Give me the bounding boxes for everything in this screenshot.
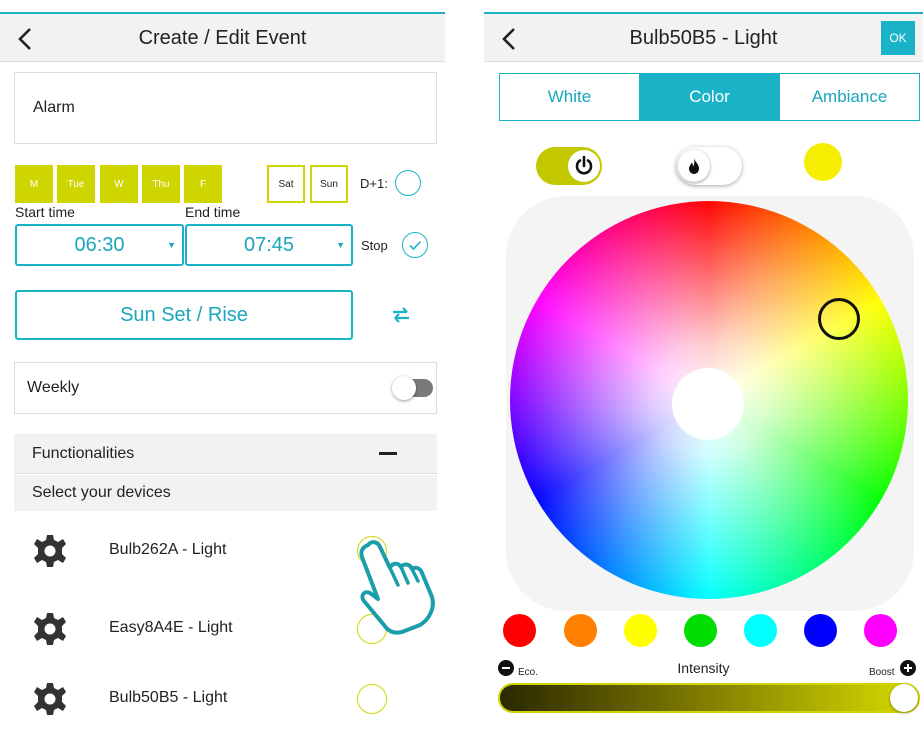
swatch-magenta[interactable] (864, 614, 897, 647)
start-time-value: 06:30 (74, 233, 125, 256)
pointing-hand-icon (359, 540, 435, 635)
power-icon (575, 155, 593, 175)
next-day-toggle[interactable] (395, 170, 421, 196)
selected-color-preview (804, 143, 842, 181)
page-title: Create / Edit Event (138, 27, 307, 49)
plus-circle-icon[interactable] (900, 660, 916, 676)
tab-ambiance[interactable]: Ambiance (779, 74, 919, 120)
gear-icon (34, 683, 66, 715)
checkmark-icon (408, 240, 421, 250)
functionalities-label: Functionalities (32, 445, 135, 462)
weekly-row: Weekly (14, 362, 437, 414)
swatch-green[interactable] (684, 614, 717, 647)
device-name: Easy8A4E - Light (109, 619, 233, 636)
day-toggle-mon[interactable]: M (15, 165, 53, 203)
day-toggle-sun[interactable]: Sun (310, 165, 348, 203)
swatch-red[interactable] (503, 614, 536, 647)
device-name: Bulb262A - Light (109, 541, 227, 558)
flame-icon (689, 158, 699, 174)
color-picker-cursor[interactable] (818, 298, 860, 340)
gear-icon (34, 613, 66, 645)
device-name: Bulb50B5 - Light (109, 689, 228, 706)
day-toggle-sat[interactable]: Sat (267, 165, 305, 203)
header-bar: Create / Edit Event (0, 12, 445, 62)
create-edit-event-screen: Create / Edit Event Alarm M Tue W Thu F … (0, 0, 445, 739)
intensity-slider[interactable] (498, 683, 920, 713)
device-row[interactable]: Bulb50B5 - Light (14, 660, 437, 738)
color-wheel-center (672, 368, 744, 440)
swatch-orange[interactable] (564, 614, 597, 647)
power-toggle[interactable] (536, 147, 602, 185)
chevron-down-icon: ▼ (167, 240, 176, 250)
next-day-label: D+1: (360, 176, 388, 191)
header-bar: Bulb50B5 - Light OK (484, 12, 923, 62)
swatch-yellow[interactable] (624, 614, 657, 647)
swatch-blue[interactable] (804, 614, 837, 647)
day-toggle-wed[interactable]: W (100, 165, 138, 203)
start-time-label: Start time (15, 204, 75, 220)
chevron-down-icon: ▼ (336, 240, 345, 250)
device-select-radio[interactable] (357, 684, 387, 714)
end-time-select[interactable]: 07:45 ▼ (185, 224, 353, 266)
switch-knob (392, 376, 416, 400)
tab-white[interactable]: White (500, 74, 639, 120)
collapse-minus-icon[interactable] (379, 452, 397, 455)
light-control-screen: Bulb50B5 - Light OK White Color Ambiance (484, 0, 923, 739)
ok-button[interactable]: OK (881, 21, 915, 55)
end-time-label: End time (185, 204, 241, 220)
functionalities-header[interactable]: Functionalities (14, 434, 437, 474)
intensity-slider-thumb[interactable] (890, 684, 918, 712)
day-toggle-thu[interactable]: Thu (142, 165, 180, 203)
swap-arrows-icon[interactable] (390, 304, 412, 326)
start-time-select[interactable]: 06:30 ▼ (15, 224, 184, 266)
page-title: Bulb50B5 - Light (629, 27, 778, 49)
end-time-value: 07:45 (243, 233, 295, 256)
intensity-label: Intensity (677, 660, 730, 676)
event-name-field[interactable]: Alarm (14, 72, 437, 144)
select-devices-header: Select your devices (14, 475, 437, 511)
select-devices-label: Select your devices (32, 484, 171, 501)
flame-toggle[interactable] (676, 147, 742, 185)
sun-set-rise-button[interactable]: Sun Set / Rise (15, 290, 353, 340)
toggle-knob (678, 150, 710, 182)
stop-toggle[interactable] (402, 232, 428, 258)
toggle-knob (568, 150, 600, 182)
mode-tabs: White Color Ambiance (499, 73, 920, 121)
tab-color[interactable]: Color (639, 74, 779, 120)
day-toggle-tue[interactable]: Tue (57, 165, 95, 203)
weekly-switch[interactable] (392, 376, 433, 400)
gear-icon (34, 535, 66, 567)
event-name-value: Alarm (33, 99, 75, 116)
boost-label: Boost (869, 667, 895, 678)
weekly-label: Weekly (27, 379, 80, 396)
day-toggle-fri[interactable]: F (184, 165, 222, 203)
swatch-cyan[interactable] (744, 614, 777, 647)
stop-label: Stop (361, 238, 388, 253)
